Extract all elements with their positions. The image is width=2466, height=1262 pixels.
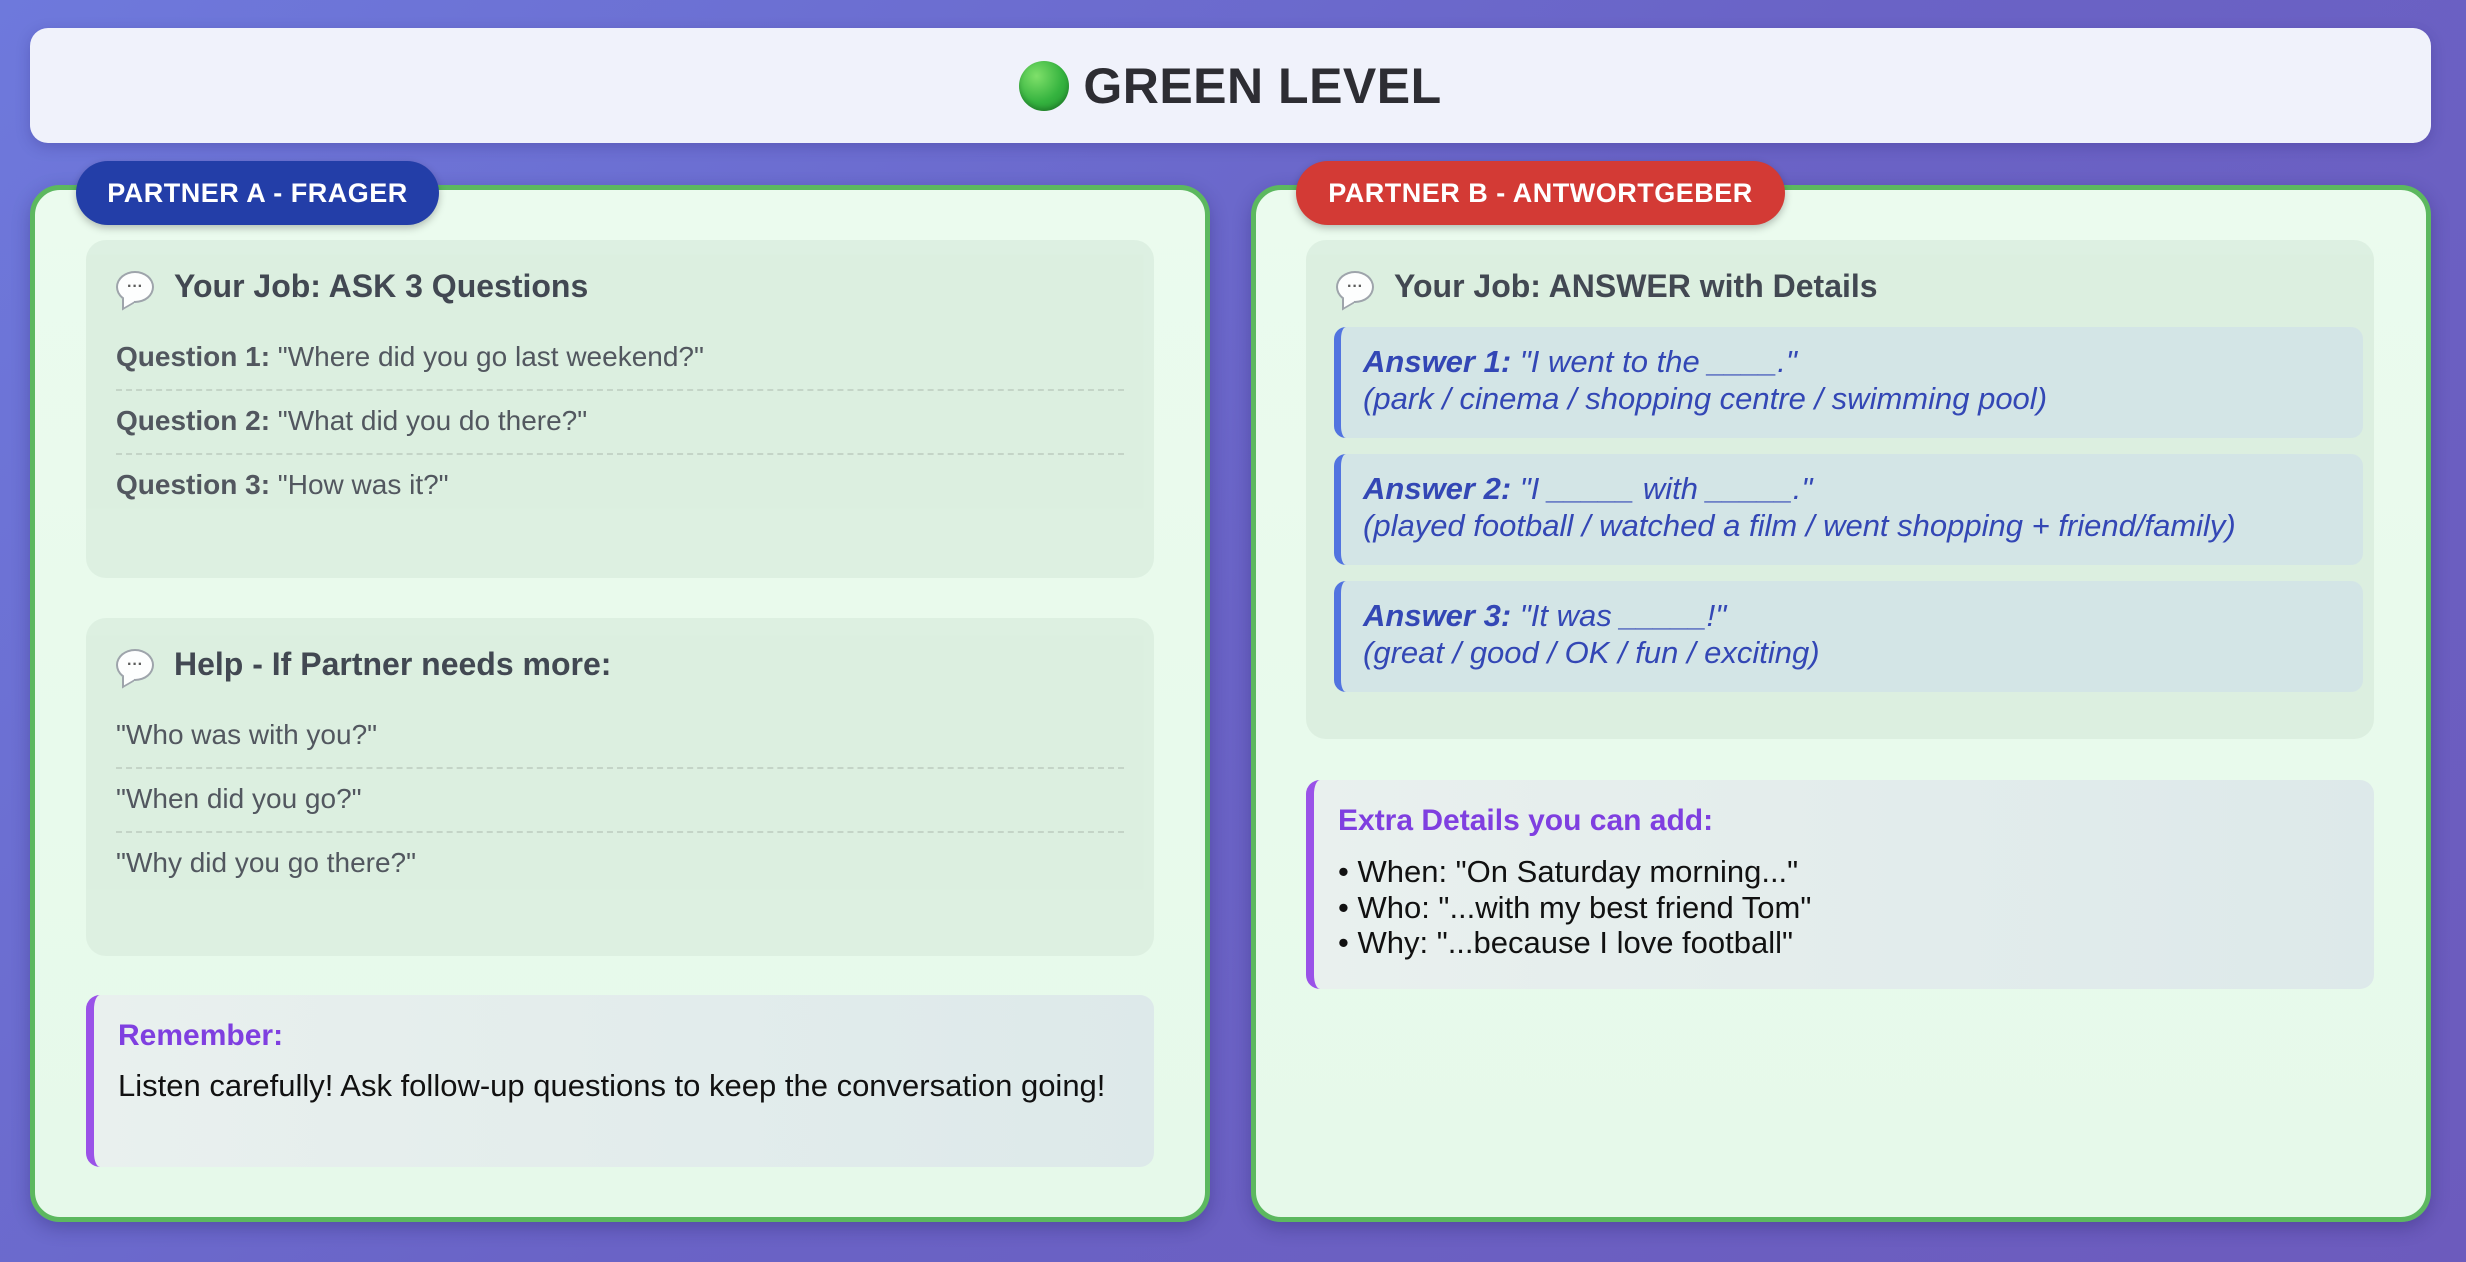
extra-detail-item: When: "On Saturday morning..." <box>1338 854 2350 890</box>
answer-options: (great / good / OK / fun / exciting) <box>1363 634 1820 670</box>
question-row: Question 3: "How was it?" <box>116 455 1124 517</box>
answer-item: Answer 1: "I went to the ____." (park / … <box>1334 327 2363 438</box>
question-row: Question 1: "Where did you go last weeke… <box>116 327 1124 391</box>
question-label: Question 1: <box>116 341 271 372</box>
help-item: "When did you go?" <box>116 769 1124 833</box>
answer-text: "It was _____!" <box>1519 598 1727 633</box>
answer-label: Answer 3: <box>1363 598 1512 633</box>
answer-item: Answer 3: "It was _____!" (great / good … <box>1334 581 2363 692</box>
answer-text: "I _____ with _____." <box>1519 471 1813 506</box>
ask-questions-heading: ··· Your Job: ASK 3 Questions <box>116 268 1124 305</box>
level-title: GREEN LEVEL <box>1083 57 1442 114</box>
extra-details-box: Extra Details you can add: When: "On Sat… <box>1306 780 2374 989</box>
extra-detail-item: Why: "...because I love football" <box>1338 925 2350 961</box>
answer-label: Answer 1: <box>1363 344 1512 379</box>
question-list: Question 1: "Where did you go last weeke… <box>116 327 1124 517</box>
help-item: "Who was with you?" <box>116 705 1124 769</box>
remember-title: Remember: <box>118 1019 284 1052</box>
question-text: "How was it?" <box>277 469 449 500</box>
question-text: "What did you do there?" <box>277 405 588 436</box>
partner-b-tag: PARTNER B - ANTWORTGEBER <box>1296 161 1785 225</box>
green-circle-icon <box>1019 60 1070 111</box>
extra-details-title: Extra Details you can add: <box>1338 804 1714 837</box>
question-row: Question 2: "What did you do there?" <box>116 391 1124 455</box>
help-card: ··· Help - If Partner needs more: "Who w… <box>86 618 1154 956</box>
question-text: "Where did you go last weekend?" <box>277 341 704 372</box>
remember-text: Listen carefully! Ask follow-up question… <box>118 1068 1106 1103</box>
speech-bubble-icon: ··· <box>116 648 154 681</box>
answer-title: Your Job: ANSWER with Details <box>1394 268 1878 304</box>
ask-questions-title: Your Job: ASK 3 Questions <box>174 268 589 304</box>
question-label: Question 3: <box>116 469 271 500</box>
answer-card: ··· Your Job: ANSWER with Details Answer… <box>1306 240 2374 739</box>
answer-heading: ··· Your Job: ANSWER with Details <box>1336 268 2344 305</box>
help-heading: ··· Help - If Partner needs more: <box>116 646 1124 683</box>
extra-detail-item: Who: "...with my best friend Tom" <box>1338 890 2350 926</box>
answer-options: (park / cinema / shopping centre / swimm… <box>1363 380 2048 416</box>
speech-bubble-icon: ··· <box>1336 270 1374 303</box>
speech-bubble-icon: ··· <box>116 270 154 303</box>
answer-options: (played football / watched a film / went… <box>1363 507 2236 543</box>
answer-item: Answer 2: "I _____ with _____." (played … <box>1334 454 2363 565</box>
ask-questions-card: ··· Your Job: ASK 3 Questions Question 1… <box>86 240 1154 578</box>
help-item: "Why did you go there?" <box>116 847 417 878</box>
level-header: GREEN LEVEL <box>30 28 2431 143</box>
answer-text: "I went to the ____." <box>1519 344 1797 379</box>
answer-list: Answer 1: "I went to the ____." (park / … <box>1334 327 2363 692</box>
extra-details-list: When: "On Saturday morning..." Who: "...… <box>1338 854 2350 961</box>
help-list: "Who was with you?" "When did you go?" "… <box>116 705 1124 895</box>
partner-a-tag: PARTNER A - FRAGER <box>76 161 439 225</box>
remember-box: Remember: Listen carefully! Ask follow-u… <box>86 995 1154 1167</box>
answer-label: Answer 2: <box>1363 471 1512 506</box>
question-label: Question 2: <box>116 405 271 436</box>
help-title: Help - If Partner needs more: <box>174 646 612 682</box>
